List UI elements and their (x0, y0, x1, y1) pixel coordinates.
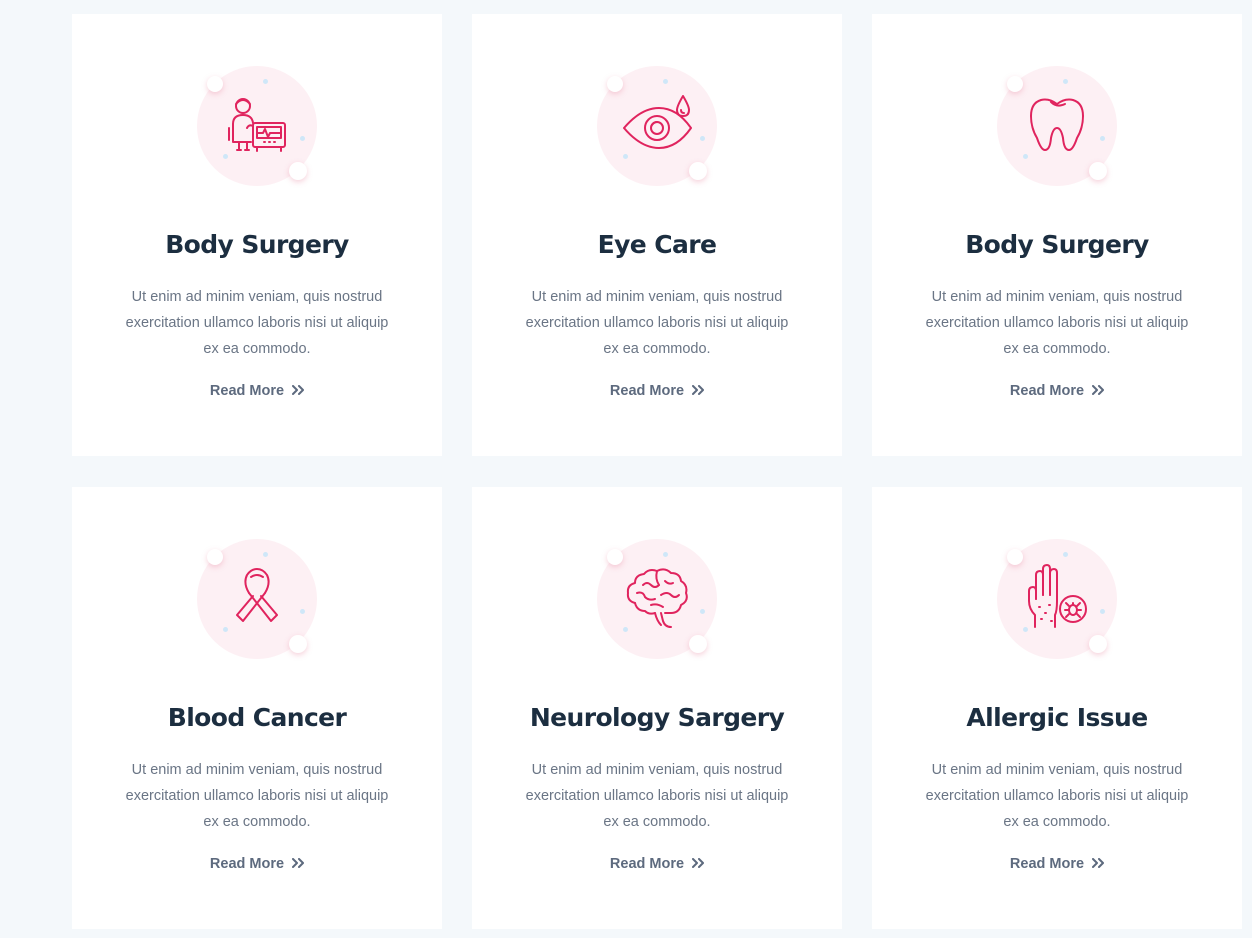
service-icon-badge (997, 539, 1117, 659)
read-more-label: Read More (1009, 383, 1085, 399)
service-icon-badge (197, 539, 317, 659)
service-description: Ut enim ad minim veniam, quis nostrud ex… (525, 762, 789, 830)
service-title: Body Surgery (965, 230, 1149, 259)
read-more-label: Read More (609, 383, 685, 399)
read-more-label: Read More (609, 856, 685, 872)
service-card: Allergic Issue Ut enim ad minim veniam, … (872, 487, 1242, 929)
service-title: Eye Care (597, 230, 717, 259)
service-description: Ut enim ad minim veniam, quis nostrud ex… (125, 289, 389, 357)
read-more-link[interactable]: Read More (472, 383, 842, 399)
read-more-label: Read More (209, 383, 285, 399)
read-more-label: Read More (1009, 856, 1085, 872)
double-chevron-right-icon (692, 858, 705, 869)
read-more-link[interactable]: Read More (72, 383, 442, 399)
double-chevron-right-icon (292, 385, 305, 396)
service-title: Body Surgery (165, 230, 349, 259)
service-card: Blood Cancer Ut enim ad minim veniam, qu… (72, 487, 442, 929)
read-more-link[interactable]: Read More (872, 383, 1242, 399)
eye-drop-icon (623, 95, 692, 149)
service-title: Neurology Sargery (529, 703, 785, 732)
service-icon-badge (597, 539, 717, 659)
service-description: Ut enim ad minim veniam, quis nostrud ex… (925, 289, 1189, 357)
service-title: Blood Cancer (167, 703, 347, 732)
tooth-icon (1030, 98, 1084, 151)
service-description: Ut enim ad minim veniam, quis nostrud ex… (925, 762, 1189, 830)
service-icon-badge (197, 66, 317, 186)
double-chevron-right-icon (1092, 858, 1105, 869)
double-chevron-right-icon (292, 858, 305, 869)
service-card: Body Surgery Ut enim ad minim veniam, qu… (872, 14, 1242, 456)
service-description: Ut enim ad minim veniam, quis nostrud ex… (525, 289, 789, 357)
service-card: Eye Care Ut enim ad minim veniam, quis n… (472, 14, 842, 456)
read-more-link[interactable]: Read More (472, 856, 842, 872)
service-card: Neurology Sargery Ut enim ad minim venia… (472, 487, 842, 929)
hand-allergy-icon (1028, 564, 1087, 628)
awareness-ribbon-icon (236, 568, 278, 622)
service-icon-badge (597, 66, 717, 186)
services-grid: Body Surgery Ut enim ad minim veniam, qu… (72, 14, 1242, 929)
double-chevron-right-icon (692, 385, 705, 396)
service-card: Body Surgery Ut enim ad minim veniam, qu… (72, 14, 442, 456)
brain-icon (626, 568, 688, 628)
service-title: Allergic Issue (966, 703, 1148, 732)
read-more-label: Read More (209, 856, 285, 872)
double-chevron-right-icon (1092, 385, 1105, 396)
doctor-monitor-icon (228, 98, 286, 152)
service-description: Ut enim ad minim veniam, quis nostrud ex… (125, 762, 389, 830)
service-icon-badge (997, 66, 1117, 186)
read-more-link[interactable]: Read More (72, 856, 442, 872)
read-more-link[interactable]: Read More (872, 856, 1242, 872)
